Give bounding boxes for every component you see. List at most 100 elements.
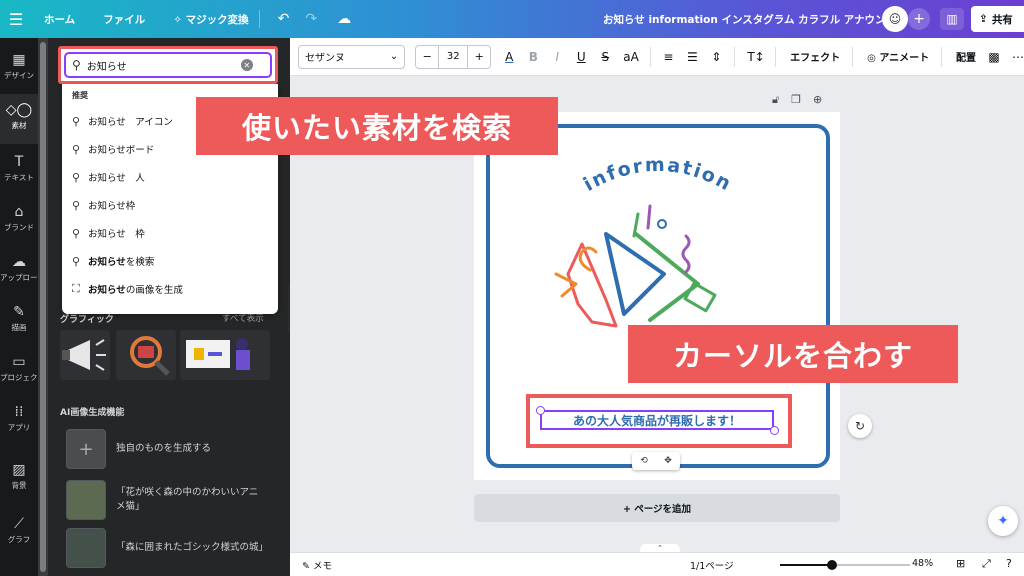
undo-icon[interactable]: ↶ [278, 11, 290, 27]
notes-button[interactable]: ✎ メモ [302, 558, 332, 572]
document-title[interactable]: お知らせ information インスタグラム カラフル アナウンス [603, 12, 896, 27]
rail-item-text[interactable]: T テキスト [0, 146, 38, 196]
suggestion-item[interactable]: ⚲ お知らせ枠 [72, 194, 272, 216]
search-box[interactable]: ⚲ ✕ [64, 52, 272, 78]
fullscreen-icon[interactable]: ⤢ [982, 557, 991, 571]
add-collaborator-icon[interactable]: + [908, 8, 930, 30]
magic-switch-label: マジック変換 [185, 13, 249, 26]
rail-item-chart[interactable]: ⟋ グラフ [0, 508, 38, 558]
align-center-icon[interactable]: ≡ [662, 50, 674, 64]
generate-image-action[interactable]: ⛶ お知らせ の画像を生成 [72, 278, 272, 300]
rail-item-elements[interactable]: ◇◯ 素材 [0, 94, 38, 144]
increase-size-button[interactable]: + [468, 50, 490, 63]
add-page-icon[interactable]: ⊕ [813, 93, 822, 107]
magic-switch-button[interactable]: ✧ マジック変換 [173, 12, 248, 27]
avatar[interactable]: ☺ [882, 6, 908, 32]
left-rail: ▦ デザイン ◇◯ 素材 T テキスト ⌂ ブランド ☁ アップロード ✎ 描画… [0, 38, 38, 576]
strikethrough-button[interactable]: S [599, 50, 611, 64]
refresh-icon[interactable]: ↻ [848, 414, 872, 438]
megaphone-graphic [62, 339, 106, 371]
list-icon[interactable]: ☰ [686, 50, 698, 64]
duplicate-icon[interactable]: ❐ [791, 93, 801, 107]
text-color-button[interactable]: A [503, 50, 515, 64]
rail-item-background[interactable]: ▨ 背景 [0, 454, 38, 504]
search-input[interactable] [86, 59, 237, 71]
divider [775, 46, 777, 67]
case-button[interactable]: aA [623, 50, 639, 64]
more-icon[interactable]: ⋯ [1012, 50, 1024, 64]
search-action[interactable]: ⚲ お知らせ を検索 [72, 250, 272, 272]
rail-item-brand[interactable]: ⌂ ブランド [0, 196, 38, 246]
animate-button[interactable]: ◎ アニメート [867, 49, 929, 64]
share-label: 共有 [991, 13, 1013, 26]
callout-cursor: カーソルを合わす [628, 325, 958, 383]
lock-icon[interactable]: 🔓︎ [772, 93, 779, 107]
home-button[interactable]: ホーム [44, 12, 75, 27]
rail-item-draw[interactable]: ✎ 描画 [0, 296, 38, 346]
italic-button[interactable]: I [551, 50, 563, 64]
zoom-slider-knob[interactable] [827, 560, 838, 570]
panel-scrollbar[interactable] [38, 38, 48, 576]
arrange-button[interactable]: 配置 [956, 49, 976, 64]
transparency-icon[interactable]: ▩ [988, 50, 1000, 64]
zoom-value[interactable]: 48% [912, 558, 933, 569]
page-actions: 🔓︎ ❐ ⊕ [772, 93, 822, 107]
menu-icon[interactable]: ☰ [0, 10, 32, 29]
page-counter[interactable]: 1/1ページ [690, 558, 734, 572]
rotate-icon[interactable]: ⟲ [640, 456, 648, 466]
scroll-thumb[interactable] [40, 42, 46, 572]
sparkle-icon[interactable]: ✦ [988, 506, 1018, 536]
gen-example-castle[interactable]: 「森に囲まれたゴシック様式の城」 [66, 528, 278, 568]
gen-example-cat-label: 「花が咲く森の中のかわいいアニメ猫」 [116, 486, 259, 512]
clear-icon[interactable]: ✕ [240, 59, 253, 71]
magnifier-graphic [130, 336, 170, 376]
cat-thumbnail [66, 480, 106, 520]
font-name: セザンヌ [305, 53, 345, 64]
rail-item-projects[interactable]: ▭ プロジェクト [0, 346, 38, 396]
underline-button[interactable]: U [575, 50, 587, 64]
suggestions-header: 推奨 [72, 91, 88, 100]
castle-thumbnail [66, 528, 106, 568]
graphic-thumb-presenter[interactable] [180, 330, 270, 380]
editor-toolbar: セザンヌ ⌄ − 32 + A B I U S aA ≡ ☰ ⇕ T↕ エフェクト… [290, 38, 1024, 76]
search-icon: ⚲ [72, 58, 81, 72]
decrease-size-button[interactable]: − [416, 50, 438, 63]
search-icon: ⚲ [72, 226, 81, 240]
caption-textbox[interactable]: あの大人気商品が再販します！ [540, 410, 774, 430]
suggestion-item[interactable]: ⚲ お知らせ 人 [72, 166, 272, 188]
divider [852, 46, 854, 67]
graphic-thumb-megaphone[interactable] [60, 330, 110, 380]
insights-icon[interactable]: ▥ [940, 8, 964, 30]
font-select[interactable]: セザンヌ ⌄ [298, 44, 406, 69]
resize-handle[interactable] [770, 426, 779, 435]
effects-button[interactable]: エフェクト [790, 49, 840, 64]
megaphone-icon [554, 204, 717, 328]
help-icon[interactable]: ? [1006, 557, 1012, 570]
draw-icon: ✎ [13, 304, 25, 320]
share-button[interactable]: ⇪ 共有 [971, 6, 1024, 32]
brand-icon: ⌂ [14, 204, 24, 220]
suggestion-item[interactable]: ⚲ お知らせ 枠 [72, 222, 272, 244]
rail-item-upload[interactable]: ☁ アップロード [0, 246, 38, 296]
vertical-text-icon[interactable]: T↕ [747, 50, 764, 64]
rail-item-design[interactable]: ▦ デザイン [0, 44, 38, 94]
graphic-thumb-magnifier[interactable] [116, 330, 176, 380]
gen-example-cat[interactable]: 「花が咲く森の中のかわいいアニメ猫」 [66, 480, 278, 520]
generate-own-button[interactable]: + 独自のものを生成する [66, 429, 278, 469]
zoom-slider[interactable] [780, 560, 910, 570]
rail-item-apps[interactable]: ⁞⁞ アプリ [0, 396, 38, 446]
search-highlight: ⚲ ✕ [58, 46, 278, 84]
spacing-icon[interactable]: ⇕ [710, 50, 722, 64]
grid-view-icon[interactable]: ⊞ [956, 557, 965, 570]
file-menu[interactable]: ファイル [103, 12, 145, 27]
chart-icon: ⟋ [14, 516, 24, 532]
bold-button[interactable]: B [527, 50, 539, 64]
resize-handle[interactable] [536, 406, 545, 415]
caption-text: あの大人気商品が再販します！ [572, 413, 741, 428]
upload-icon: ☁ [12, 254, 26, 270]
cloud-icon[interactable]: ☁ [337, 11, 351, 27]
redo-icon[interactable]: ↷ [305, 11, 317, 27]
add-page-button[interactable]: + ページを追加 [474, 494, 840, 522]
font-size-value[interactable]: 32 [438, 45, 469, 68]
move-icon[interactable]: ✥ [664, 456, 672, 466]
